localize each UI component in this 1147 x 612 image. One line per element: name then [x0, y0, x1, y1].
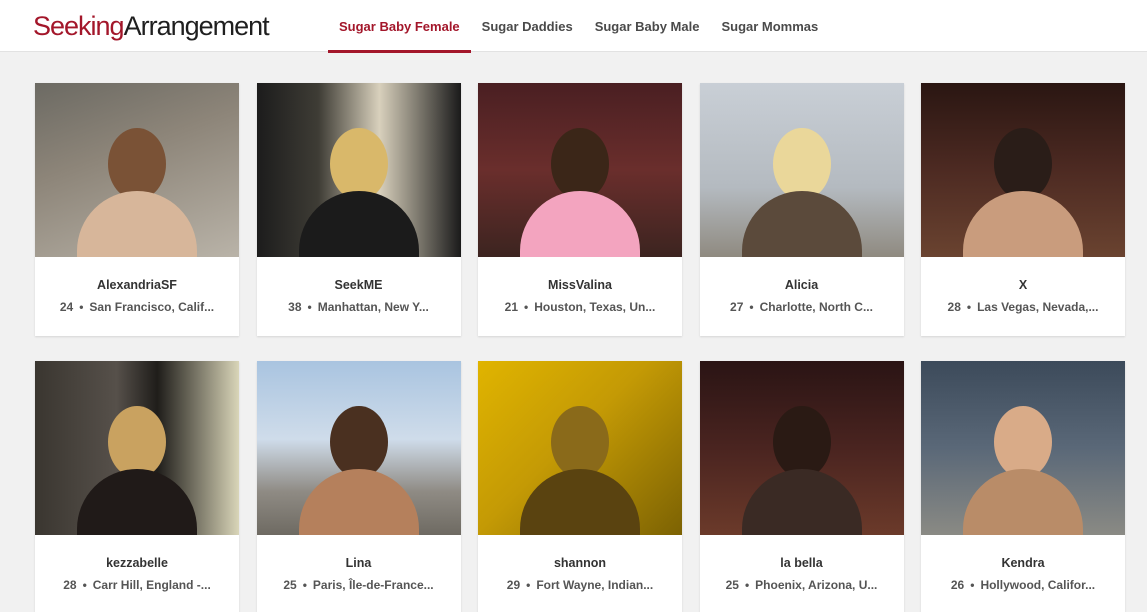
- profile-card[interactable]: Kendra 26 • Hollywood, Califor...: [921, 361, 1125, 612]
- profile-age: 26: [950, 578, 965, 592]
- profile-photo[interactable]: [699, 361, 904, 535]
- profile-meta: 26 • Hollywood, Califor...: [950, 578, 1096, 592]
- profile-age: 28: [63, 578, 77, 592]
- profile-location: Las Vegas, Nevada,...: [977, 300, 1099, 314]
- profile-age: 25: [725, 578, 739, 592]
- profile-meta: 28 • Carr Hill, England -...: [63, 578, 211, 592]
- profile-location: Houston, Texas, Un...: [534, 300, 656, 314]
- profile-photo[interactable]: [478, 361, 682, 535]
- profile-photo[interactable]: [921, 361, 1125, 535]
- tab-sugar-mommas[interactable]: Sugar Mommas: [710, 0, 829, 52]
- profile-meta: 27 • Charlotte, North C...: [730, 300, 873, 314]
- profile-location: Charlotte, North C...: [759, 300, 873, 314]
- profile-location: Manhattan, New Y...: [317, 300, 429, 314]
- profile-age: 38: [288, 300, 302, 314]
- logo-part-arrangement: Arrangement: [123, 11, 270, 41]
- profile-photo[interactable]: [35, 361, 239, 535]
- profile-age: 27: [730, 300, 744, 314]
- profile-location: Hollywood, Califor...: [980, 578, 1096, 592]
- profile-card[interactable]: Lina 25 • Paris, Île-de-France...: [256, 361, 461, 612]
- profile-name[interactable]: la bella: [700, 556, 904, 572]
- profile-photo[interactable]: [256, 83, 461, 257]
- profile-photo[interactable]: [256, 361, 461, 535]
- profile-name[interactable]: Alicia: [700, 278, 904, 294]
- category-tabs: Sugar Baby Female Sugar Daddies Sugar Ba…: [328, 0, 829, 53]
- profile-card[interactable]: kezzabelle 28 • Carr Hill, England -...: [35, 361, 239, 612]
- profile-age: 21: [504, 300, 519, 314]
- profile-age: 25: [283, 578, 297, 592]
- profile-meta: 25 • Phoenix, Arizona, U...: [725, 578, 878, 592]
- profile-name[interactable]: AlexandriaSF: [35, 278, 239, 294]
- tab-sugar-baby-female[interactable]: Sugar Baby Female: [328, 0, 471, 53]
- profile-card[interactable]: la bella 25 • Phoenix, Arizona, U...: [699, 361, 904, 612]
- profile-name[interactable]: Lina: [257, 556, 461, 572]
- profile-location: San Francisco, Calif...: [89, 300, 215, 314]
- profile-photo[interactable]: [921, 83, 1125, 257]
- profile-location: Phoenix, Arizona, U...: [755, 578, 878, 592]
- profile-meta: 28 • Las Vegas, Nevada,...: [947, 300, 1099, 314]
- profile-card[interactable]: MissValina 21 • Houston, Texas, Un...: [478, 83, 682, 336]
- profile-name[interactable]: SeekME: [257, 278, 461, 294]
- profile-meta: 29 • Fort Wayne, Indian...: [506, 578, 654, 592]
- tab-sugar-daddies[interactable]: Sugar Daddies: [471, 0, 584, 52]
- profile-card[interactable]: SeekME 38 • Manhattan, New Y...: [256, 83, 461, 336]
- profile-photo[interactable]: [699, 83, 904, 257]
- profile-name[interactable]: shannon: [478, 556, 682, 572]
- profile-name[interactable]: X: [921, 278, 1125, 294]
- logo[interactable]: SeekingArrangement: [33, 9, 270, 43]
- profile-age: 28: [947, 300, 961, 314]
- top-bar: SeekingArrangement Sugar Baby Female Sug…: [0, 0, 1147, 53]
- profile-grid: AlexandriaSF 24 • San Francisco, Calif... …: [35, 83, 1125, 612]
- profile-meta: 38 • Manhattan, New Y...: [288, 300, 429, 314]
- profile-age: 24: [59, 300, 74, 314]
- profile-meta: 21 • Houston, Texas, Un...: [504, 300, 656, 314]
- profile-card[interactable]: Alicia 27 • Charlotte, North C...: [699, 83, 904, 336]
- profile-meta: 25 • Paris, Île-de-France...: [283, 578, 434, 592]
- tab-sugar-baby-male[interactable]: Sugar Baby Male: [584, 0, 711, 52]
- profile-age: 29: [506, 578, 521, 592]
- profile-name[interactable]: kezzabelle: [35, 556, 239, 572]
- profile-name[interactable]: Kendra: [921, 556, 1125, 572]
- profile-card[interactable]: shannon 29 • Fort Wayne, Indian...: [478, 361, 682, 612]
- profile-name[interactable]: MissValina: [478, 278, 682, 294]
- profile-photo[interactable]: [35, 83, 239, 257]
- profile-card[interactable]: X 28 • Las Vegas, Nevada,...: [921, 83, 1125, 336]
- profile-card[interactable]: AlexandriaSF 24 • San Francisco, Calif...: [35, 83, 239, 336]
- profile-location: Carr Hill, England -...: [92, 578, 211, 592]
- logo-part-seeking: Seeking: [33, 11, 125, 41]
- profile-location: Paris, Île-de-France...: [312, 578, 434, 592]
- profile-meta: 24 • San Francisco, Calif...: [59, 300, 215, 314]
- profile-location: Fort Wayne, Indian...: [536, 578, 654, 592]
- profile-photo[interactable]: [478, 83, 682, 257]
